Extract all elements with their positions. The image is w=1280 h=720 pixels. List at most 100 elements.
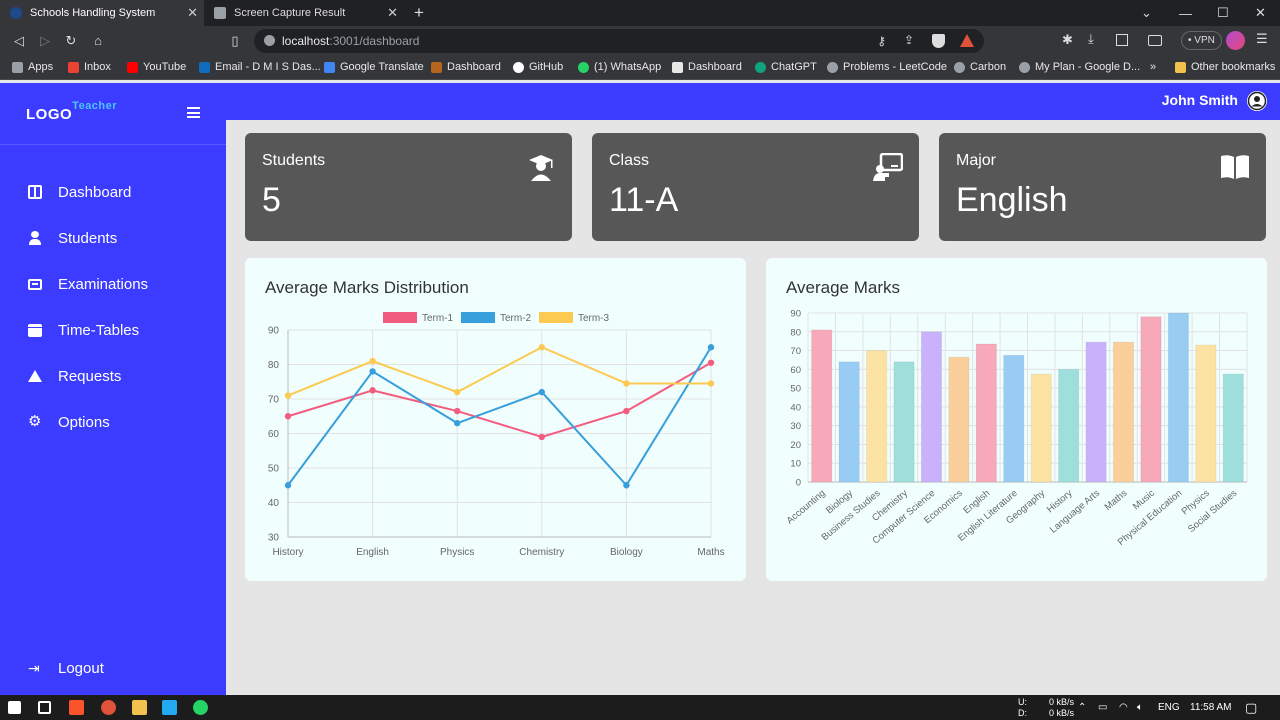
hamburger-menu-icon[interactable] <box>187 107 200 118</box>
bookmark-icon[interactable]: ▯ <box>226 32 244 50</box>
home-icon[interactable]: ⌂ <box>89 32 107 50</box>
close-window-button[interactable]: ✕ <box>1255 0 1266 26</box>
book-open-icon <box>1221 155 1249 179</box>
brave-rewards-icon[interactable] <box>960 34 974 47</box>
chatgpt-icon <box>755 61 766 73</box>
github-icon <box>513 61 524 73</box>
sidebar-item-options[interactable]: ⚙ Options <box>28 411 110 433</box>
whatsapp-icon[interactable] <box>193 700 208 715</box>
share-icon[interactable]: ⇪ <box>904 33 914 47</box>
stat-label: Class <box>609 152 650 169</box>
bookmark-github[interactable]: GitHub <box>513 61 563 73</box>
bookmark-leetcode[interactable]: Problems - LeetCode <box>827 61 947 73</box>
bookmark-my-plan[interactable]: My Plan - Google D... <box>1019 61 1140 73</box>
reload-icon[interactable]: ↻ <box>62 32 80 50</box>
bookmark-youtube[interactable]: YouTube <box>127 61 186 73</box>
sidebar-toggle-icon[interactable] <box>1116 34 1128 46</box>
sidebar-item-examinations[interactable]: Examinations <box>28 273 148 295</box>
stat-card-students: Students 5 <box>245 133 572 241</box>
close-icon[interactable]: ✕ <box>387 5 398 21</box>
key-icon[interactable]: ⚷ <box>877 34 886 48</box>
bookmark-apps[interactable]: Apps <box>12 61 53 73</box>
data-point <box>454 407 461 415</box>
battery-icon[interactable]: ▭ <box>1098 695 1107 720</box>
windows-start-icon[interactable] <box>8 701 21 714</box>
profile-avatar-icon[interactable] <box>1226 31 1245 50</box>
folder-icon <box>1175 61 1186 73</box>
clock[interactable]: 11:58 AM <box>1190 695 1232 720</box>
bar <box>1222 373 1244 483</box>
address-bar[interactable]: localhost:3001/dashboard ⚷ ⇪ <box>254 29 984 53</box>
bar <box>1003 354 1025 483</box>
y-tick-label: 10 <box>790 459 801 470</box>
brave-shield-icon[interactable] <box>932 34 945 48</box>
bar <box>811 329 833 483</box>
extensions-icon[interactable]: ✱ <box>1062 32 1073 48</box>
bookmark-chatgpt[interactable]: ChatGPT <box>755 61 817 73</box>
brave-beta-icon[interactable] <box>101 700 116 715</box>
y-tick-label: 50 <box>790 384 801 395</box>
new-tab-button[interactable]: + <box>414 0 424 26</box>
language-indicator[interactable]: ENG <box>1158 695 1180 720</box>
brave-browser-icon[interactable] <box>69 700 84 715</box>
data-point <box>538 388 545 396</box>
series-line <box>287 346 712 487</box>
minimize-button[interactable]: — <box>1179 0 1192 26</box>
close-icon[interactable]: ✕ <box>187 5 198 21</box>
sidebar-item-dashboard[interactable]: Dashboard <box>28 181 131 203</box>
bookmark-label: Google Translate <box>340 61 424 73</box>
bookmark-whatsapp[interactable]: (1) WhatsApp <box>578 61 661 73</box>
bookmark-label: YouTube <box>143 61 187 73</box>
menu-icon[interactable]: ☰ <box>1256 31 1268 47</box>
bookmark-dashboard-2[interactable]: Dashboard <box>672 61 742 73</box>
net-up-value: 0 kB/s <box>1049 696 1075 707</box>
downloads-icon[interactable]: ⤓ <box>1088 31 1094 47</box>
bookmark-dashboard[interactable]: Dashboard <box>431 61 501 73</box>
vscode-icon[interactable] <box>162 700 177 715</box>
bookmark-google-translate[interactable]: Google Translate <box>324 61 424 73</box>
site-info-icon[interactable] <box>264 35 275 46</box>
sidebar-item-requests[interactable]: Requests <box>28 365 121 387</box>
user-avatar-icon[interactable] <box>1247 91 1267 111</box>
data-point <box>538 344 545 351</box>
stat-card-major: Major English <box>939 133 1266 241</box>
file-explorer-icon[interactable] <box>132 700 147 715</box>
tab-schools-handling-system[interactable]: Schools Handling System ✕ <box>0 0 204 26</box>
tab-search-icon[interactable]: ⌄ <box>1141 0 1152 26</box>
tab-screen-capture-result[interactable]: Screen Capture Result ✕ <box>204 0 404 26</box>
back-icon[interactable]: ◁ <box>10 32 28 50</box>
url-path: :3001/dashboard <box>329 34 420 48</box>
bar <box>893 361 915 483</box>
task-view-icon[interactable] <box>38 701 51 714</box>
bookmark-carbon[interactable]: Carbon <box>954 61 1006 73</box>
y-tick-label: 0 <box>796 478 801 489</box>
stat-card-class: Class 11-A <box>592 133 919 241</box>
legend-label: Term-1 <box>422 313 454 324</box>
vpn-button[interactable]: • VPN <box>1181 31 1222 50</box>
translate-icon <box>324 61 335 73</box>
maximize-button[interactable]: ☐ <box>1217 0 1229 26</box>
wifi-icon[interactable]: ◠ <box>1119 695 1128 720</box>
bookmark-email[interactable]: Email - D M I S Das... <box>199 61 321 73</box>
sidebar-item-students[interactable]: Students <box>28 227 117 249</box>
bookmark-other[interactable]: Other bookmarks <box>1175 61 1275 73</box>
logout-button[interactable]: ⇥ Logout <box>28 657 104 679</box>
app-logo[interactable]: LOGOTeacher <box>26 100 117 123</box>
stat-label: Students <box>262 152 326 169</box>
forward-icon[interactable]: ▷ <box>36 32 54 50</box>
chalkboard-teacher-icon <box>873 153 903 181</box>
x-tick-label: Physics <box>440 547 474 558</box>
user-name[interactable]: John Smith <box>1162 92 1238 108</box>
legend-label: Term-3 <box>578 313 610 324</box>
notifications-icon[interactable]: ▢ <box>1245 695 1257 720</box>
student-icon <box>28 231 42 245</box>
data-point <box>707 344 715 351</box>
bookmark-inbox[interactable]: Inbox <box>68 61 111 73</box>
data-point <box>707 359 715 366</box>
wallet-icon[interactable] <box>1148 35 1162 46</box>
sidebar-item-time-tables[interactable]: Time-Tables <box>28 319 139 341</box>
volume-icon[interactable]: 🔈︎ <box>1137 695 1143 720</box>
bar <box>1140 316 1162 483</box>
bookmarks-overflow-button[interactable]: » <box>1150 61 1156 73</box>
chevron-up-icon[interactable]: ⌃ <box>1078 695 1086 720</box>
